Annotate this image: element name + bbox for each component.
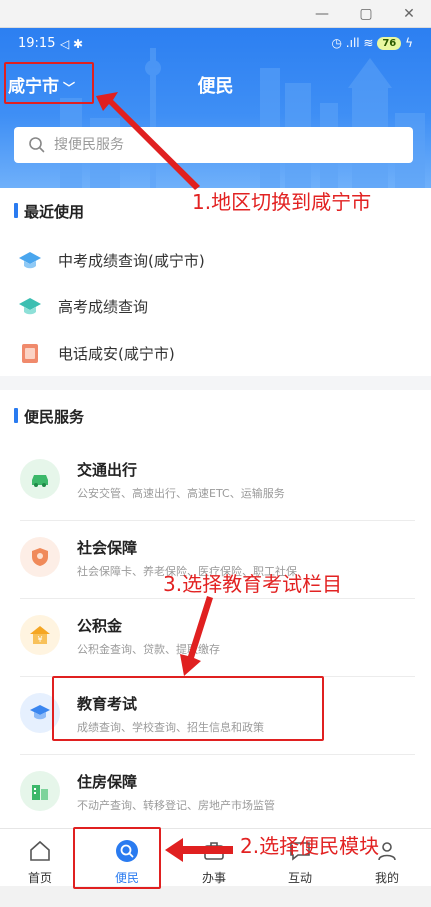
status-location-bluetooth-icon: ◁ ✱ — [60, 37, 84, 51]
service-name: 社会保障 — [77, 539, 138, 557]
status-bar: 19:15 ◁ ✱ ◷ .ıll ≋ 76 ϟ — [18, 36, 413, 54]
window-titlebar: — ▢ ✕ — [0, 0, 431, 28]
service-desc: 不动产查询、转移登记、房地产市场监管 — [77, 799, 275, 812]
recent-item[interactable]: 中考成绩查询(咸宁市) — [18, 245, 398, 275]
section-divider — [0, 376, 431, 390]
signal-wifi-icon: ◷ .ıll ≋ — [331, 36, 374, 50]
search-bar[interactable] — [14, 127, 413, 163]
recent-item-label: 电话咸安(咸宁市) — [58, 345, 175, 363]
tab-label: 首页 — [27, 871, 52, 885]
divider — [20, 520, 415, 521]
recent-item-label: 高考成绩查询 — [58, 298, 149, 316]
charging-icon: ϟ — [405, 36, 413, 50]
phone-book-icon — [22, 344, 38, 363]
graduation-cap-icon — [19, 252, 41, 269]
shield-icon — [32, 548, 48, 566]
search-input[interactable] — [54, 135, 394, 155]
service-name: 公积金 — [77, 617, 123, 635]
annotation-step2: 2.选择便民模块 — [240, 834, 380, 858]
annotation-box-education — [52, 676, 324, 741]
service-desc: 公安交管、高速出行、高速ETC、运输服务 — [77, 487, 285, 500]
service-icon-bg — [20, 537, 60, 577]
service-item-housing-security[interactable]: 住房保障 不动产查询、转移登记、房地产市场监管 — [20, 759, 415, 829]
status-indicators: ◷ .ıll ≋ 76 ϟ — [332, 36, 413, 50]
tab-services[interactable]: 办事 — [184, 829, 244, 887]
recent-item-label: 中考成绩查询(咸宁市) — [58, 252, 205, 270]
graduation-cap-icon — [19, 298, 41, 315]
recent-item[interactable]: 高考成绩查询 — [18, 291, 398, 321]
service-desc: 公积金查询、贷款、提取缴存 — [77, 643, 220, 656]
minimize-button[interactable]: — — [312, 4, 332, 24]
graduation-cap-icon — [30, 705, 50, 720]
svg-text:¥: ¥ — [37, 635, 42, 644]
annotation-step3: 3.选择教育考试栏目 — [163, 572, 343, 596]
service-icon-bg — [20, 459, 60, 499]
close-button[interactable]: ✕ — [399, 4, 419, 24]
annotation-box-nav — [73, 827, 161, 889]
car-icon — [32, 475, 48, 487]
home-icon — [30, 840, 50, 861]
service-icon-bg — [20, 771, 60, 811]
header: 19:15 ◁ ✱ ◷ .ıll ≋ 76 ϟ 便民 咸宁市 ﹀ — [0, 28, 431, 188]
recent-item[interactable]: 电话咸安(咸宁市) — [18, 338, 398, 368]
service-name: 交通出行 — [77, 461, 138, 479]
annotation-box-city — [4, 62, 94, 104]
tab-label: 办事 — [201, 871, 226, 885]
building-icon — [32, 785, 48, 800]
status-time: 19:15 — [18, 36, 56, 51]
services-section-title: 便民服务 — [14, 406, 84, 427]
service-item-transport[interactable]: 交通出行 公安交管、高速出行、高速ETC、运输服务 — [20, 447, 415, 517]
maximize-button[interactable]: ▢ — [356, 4, 376, 24]
house-icon: ¥ — [30, 626, 50, 644]
tab-home[interactable]: 首页 — [10, 829, 70, 887]
bottom-strip — [0, 886, 431, 907]
search-icon — [29, 137, 45, 153]
service-icon-bg: ¥ — [20, 615, 60, 655]
battery-icon: 76 — [377, 37, 402, 50]
briefcase-icon — [204, 842, 224, 860]
tab-label: 互动 — [287, 871, 312, 885]
annotation-step1: 1.地区切换到咸宁市 — [192, 190, 372, 214]
service-item-housing-fund[interactable]: ¥ 公积金 公积金查询、贷款、提取缴存 — [20, 603, 415, 673]
divider — [20, 754, 415, 755]
divider — [20, 598, 415, 599]
recent-section-title: 最近使用 — [14, 201, 84, 222]
service-name: 住房保障 — [77, 773, 138, 791]
tab-label: 我的 — [374, 871, 399, 885]
